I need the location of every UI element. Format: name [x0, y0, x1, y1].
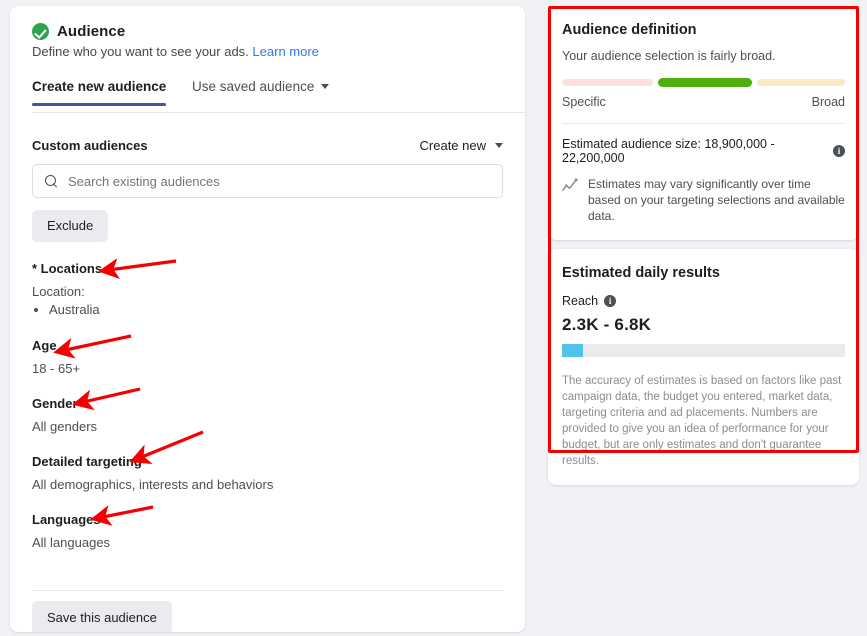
audience-subtitle-text: Define who you want to see your ads. — [32, 44, 249, 59]
detailed-targeting-value: All demographics, interests and behavior… — [32, 477, 274, 492]
chevron-down-icon — [495, 143, 503, 148]
audience-subtitle: Define who you want to see your ads. Lea… — [32, 43, 503, 60]
estimates-note: Estimates may vary significantly over ti… — [562, 176, 845, 240]
gauge-label-broad: Broad — [811, 95, 845, 109]
audience-title-row: Audience — [32, 6, 503, 40]
gauge-segment-broad — [756, 79, 845, 86]
audience-tabs: Create new audience Use saved audience — [10, 79, 525, 115]
gender-label: Gender — [32, 396, 78, 411]
screenshot-root: Audience Define who you want to see your… — [0, 0, 867, 636]
audience-definition-subtitle: Your audience selection is fairly broad. — [562, 49, 776, 63]
info-icon[interactable]: i — [604, 295, 617, 307]
trend-chart-icon — [562, 178, 578, 191]
gauge-segment-specific — [562, 79, 653, 86]
age-field[interactable]: Age 18 - 65+ — [32, 338, 503, 377]
gender-value: All genders — [32, 419, 98, 434]
reach-row: Reach i — [562, 294, 845, 308]
reach-progress-fill — [562, 344, 584, 357]
custom-audiences-section: Custom audiences Create new Search exist… — [10, 138, 525, 551]
custom-audiences-label: Custom audiences — [32, 138, 148, 153]
reach-label: Reach — [562, 294, 599, 308]
list-item: Australia — [49, 301, 503, 319]
search-icon — [45, 174, 58, 188]
locations-value-label: Location: — [32, 284, 85, 299]
languages-value: All languages — [32, 535, 111, 550]
estimates-note-text: Estimates may vary significantly over ti… — [588, 177, 845, 223]
audience-breadth-gauge[interactable] — [562, 78, 845, 87]
tab-create-new-audience-label: Create new audience — [32, 79, 167, 94]
gauge-segment-active — [658, 78, 752, 87]
estimates-disclaimer: The accuracy of estimates is based on fa… — [562, 375, 842, 467]
exclude-button-label: Exclude — [47, 218, 94, 233]
page-title: Audience — [57, 23, 126, 40]
estimated-audience-size: Estimated audience size: 18,900,000 - 22… — [562, 137, 845, 165]
detailed-targeting-label: Detailed targeting — [32, 454, 142, 469]
tab-use-saved-audience[interactable]: Use saved audience — [192, 79, 330, 106]
locations-label: * Locations — [32, 261, 103, 276]
green-check-icon — [32, 23, 49, 40]
audience-header: Audience Define who you want to see your… — [10, 6, 525, 60]
chevron-down-icon — [321, 84, 330, 89]
estimates-column: Audience definition Your audience select… — [548, 6, 859, 485]
exclude-button[interactable]: Exclude — [32, 210, 109, 242]
gauge-labels: Specific Broad — [562, 95, 845, 109]
create-new-label: Create new — [419, 138, 486, 153]
estimated-daily-results-panel: Estimated daily results Reach i 2.3K - 6… — [548, 249, 859, 485]
age-value: 18 - 65+ — [32, 361, 81, 376]
audience-definition-panel: Audience definition Your audience select… — [548, 6, 859, 240]
custom-audiences-header: Custom audiences Create new — [32, 138, 503, 153]
tab-create-new-audience[interactable]: Create new audience — [32, 79, 167, 106]
tab-use-saved-audience-label: Use saved audience — [192, 79, 315, 94]
estimated-daily-results-title: Estimated daily results — [562, 265, 720, 281]
languages-label: Languages — [32, 512, 101, 527]
audience-card: Audience Define who you want to see your… — [10, 6, 525, 632]
gender-field[interactable]: Gender All genders — [32, 396, 503, 435]
locations-list: Australia — [32, 301, 503, 319]
search-existing-audiences-input[interactable]: Search existing audiences — [32, 164, 503, 198]
reach-value: 2.3K - 6.8K — [562, 315, 652, 334]
save-this-audience-button[interactable]: Save this audience — [32, 601, 172, 632]
learn-more-link[interactable]: Learn more — [252, 44, 318, 59]
create-new-dropdown[interactable]: Create new — [420, 138, 503, 153]
tabs-divider — [32, 112, 525, 113]
search-input-placeholder: Search existing audiences — [68, 173, 220, 189]
info-icon[interactable]: i — [833, 145, 845, 157]
locations-field[interactable]: * Locations Location: Australia — [32, 261, 503, 319]
audience-definition-title: Audience definition — [562, 22, 697, 38]
estimated-audience-size-label: Estimated audience size: 18,900,000 - 22… — [562, 137, 775, 165]
panel-divider — [562, 123, 845, 124]
languages-field[interactable]: Languages All languages — [32, 512, 503, 551]
gauge-label-specific: Specific — [562, 95, 606, 109]
footer-divider — [32, 590, 503, 591]
reach-progress-bar — [562, 344, 845, 357]
age-label: Age — [32, 338, 57, 353]
detailed-targeting-field[interactable]: Detailed targeting All demographics, int… — [32, 454, 503, 493]
save-this-audience-label: Save this audience — [47, 610, 157, 625]
